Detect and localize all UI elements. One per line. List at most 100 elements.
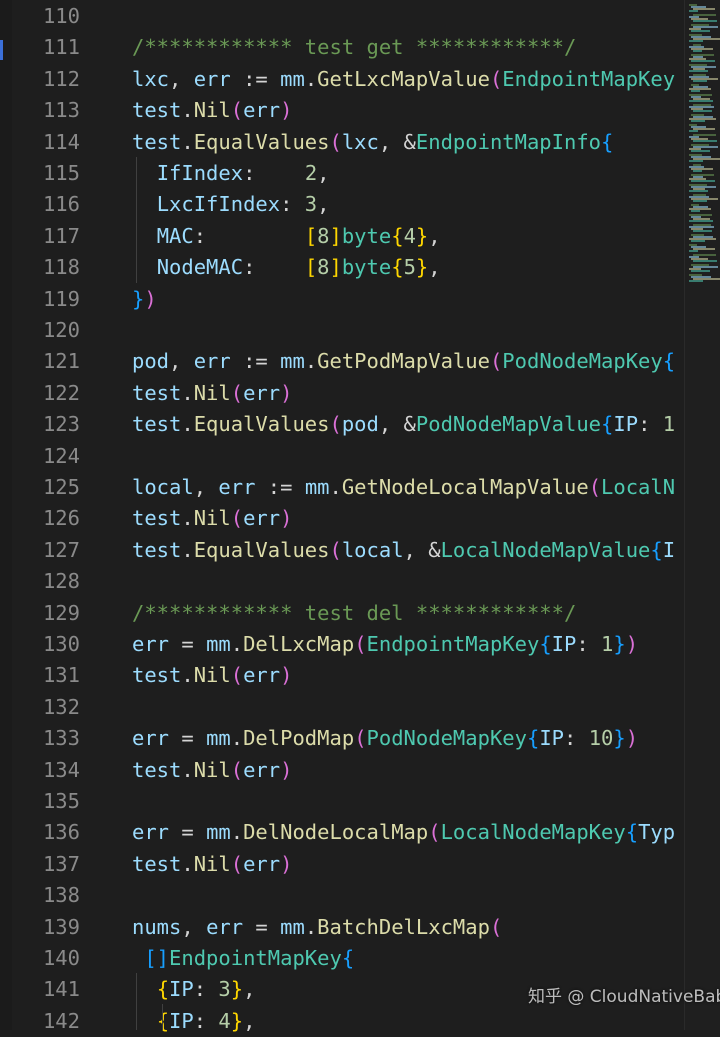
code-token: . [181,380,194,405]
code-line[interactable]: 118 NodeMAC: [8]byte{5}, [0,252,684,283]
code-token: . [181,663,194,688]
code-line[interactable]: 123 test.EqualValues(pod, &PodNodeMapValu… [0,409,684,440]
code-line[interactable]: 122 test.Nil(err) [0,378,684,409]
code-text: }) [132,284,684,315]
code-token: { [601,129,614,154]
code-token: EndpointMapKey [502,66,676,91]
minimap[interactable] [684,0,720,1030]
code-token: Nil [193,380,231,405]
code-line[interactable]: 121 pod, err := mm.GetPodMapValue(PodNode… [0,346,684,377]
code-token: IfIndex [156,161,244,185]
code-token: , & [378,412,416,437]
code-line[interactable]: 136 err = mm.DelNodeLocalMap(LocalNodeMap… [0,817,684,848]
code-line[interactable]: 129 /************ test del ************/ [0,598,684,629]
code-token: 3 [304,192,318,217]
code-text: err = mm.DelNodeLocalMap(LocalNodeMapKey… [132,817,684,848]
code-line[interactable]: 114 test.EqualValues(lxc, &EndpointMapInf… [0,127,684,158]
code-line[interactable]: 135 [0,786,684,817]
code-token: ( [230,98,244,123]
code-token: ( [329,537,342,562]
code-token: { [526,726,540,751]
code-token: GetLxcMapValue [317,66,490,91]
code-token: test [132,412,182,437]
code-token: err [243,506,281,531]
code-token: ( [230,757,244,782]
code-token: 10 [588,726,614,751]
code-line[interactable]: 112 lxc, err := mm.GetLxcMapValue(Endpoin… [0,64,684,95]
code-token: DelLxcMap [243,632,355,656]
code-line[interactable]: 140 []EndpointMapKey{ [0,943,684,974]
code-token: EqualValues [193,537,330,562]
code-token: : [193,977,219,1002]
code-text: err = mm.DelLxcMap(EndpointMapKey{IP: 1}… [132,629,684,660]
code-token: ( [329,412,342,437]
code-line[interactable]: 119}) [0,284,684,315]
code-token: err [243,663,281,688]
code-token: nums [132,914,182,939]
code-line[interactable]: 132 [0,692,684,723]
code-token: := [230,349,281,374]
minimap-line [689,10,698,12]
code-token: { [341,946,355,970]
code-token: ( [428,820,441,845]
code-line[interactable]: 133 err = mm.DelPodMap(PodNodeMapKey{IP: … [0,723,684,754]
code-line[interactable]: 134 test.Nil(err) [0,755,684,786]
code-line[interactable]: 110 [0,1,684,32]
code-text: local, err := mm.GetNodeLocalMapValue(Lo… [132,472,684,503]
minimap-line [693,20,717,22]
code-line[interactable]: 137 test.Nil(err) [0,849,684,880]
code-line[interactable]: 127 test.EqualValues(local, &LocalNodeMap… [0,535,684,566]
code-line[interactable]: 117 MAC: [8]byte{4}, [0,221,684,252]
code-token: err [132,632,170,656]
code-line[interactable]: 131 test.Nil(err) [0,660,684,691]
code-token: 3 [218,977,231,1002]
code-token: . [181,98,194,123]
watermark-text: 知乎 @ CloudNativeBaba [528,987,720,1007]
code-token: , [169,349,194,374]
code-token: DelNodeLocalMap [243,820,429,845]
code-token: lxc [341,129,379,154]
code-token: , [428,255,441,280]
minimap-line [689,250,698,252]
minimap-line [689,280,703,282]
code-token: : [564,726,589,751]
code-line[interactable]: 126 test.Nil(err) [0,503,684,534]
code-line[interactable]: 139 nums, err = mm.BatchDelLxcMap( [0,912,684,943]
code-token: : [280,192,305,217]
code-token: err [218,475,256,499]
code-line[interactable]: 125 local, err := mm.GetNodeLocalMapValue… [0,472,684,503]
code-token: 4 [403,223,416,248]
code-line[interactable]: 130 err = mm.DelLxcMap(EndpointMapKey{IP:… [0,629,684,660]
code-token: MAC [156,223,194,248]
code-token: . [181,757,194,782]
line-number: 125 [42,475,80,499]
code-token: pod [341,412,379,437]
code-token: . [181,506,194,531]
minimap-line [691,30,710,32]
code-line[interactable]: 113 test.Nil(err) [0,95,684,126]
line-number: 117 [42,223,80,248]
line-number: 120 [42,318,80,342]
code-token: byte [341,255,392,280]
code-token: /************ test del ************/ [132,600,577,625]
code-editor[interactable]: 110 111/************ test get ***********… [0,0,720,1033]
code-line[interactable]: 116 LxcIfIndex: 3, [0,189,684,220]
code-token: , & [378,129,416,154]
code-line[interactable]: 138 [0,880,684,911]
code-token: { [391,223,404,248]
code-token: ( [230,506,244,531]
code-text: test.EqualValues(local, &LocalNodeMapVal… [132,535,684,566]
code-token: . [181,851,194,876]
code-line[interactable]: 142 {IP: 4}, [0,1006,684,1037]
code-token: = [169,632,207,656]
code-line[interactable]: 115 IfIndex: 2, [0,158,684,189]
code-line[interactable]: 124 [0,441,684,472]
code-line[interactable]: 120 [0,315,684,346]
code-token: . [230,820,244,845]
code-token: { [539,632,552,656]
code-line[interactable]: 128 [0,566,684,597]
minimap-line [693,260,717,262]
code-line[interactable]: 111 /************ test get ************/ [0,32,684,63]
code-token: { [625,820,639,845]
indent-guide [136,157,137,283]
